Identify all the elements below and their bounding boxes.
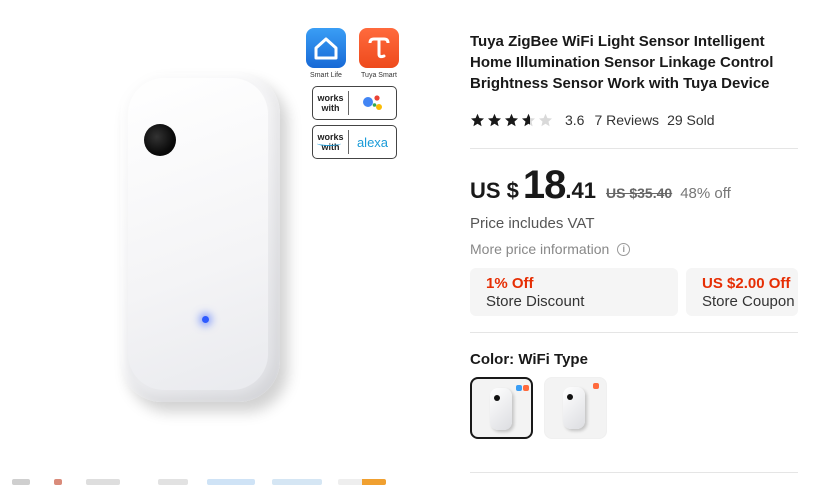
star-icon: [488, 113, 501, 127]
color-option-2[interactable]: [544, 377, 607, 439]
store-discount-card[interactable]: 1% Off Store Discount: [470, 268, 678, 316]
device-led-indicator: [202, 316, 209, 323]
thumbnail-2[interactable]: [54, 479, 62, 485]
product-gallery: Smart Life Tuya Smart works with works w…: [0, 0, 460, 485]
alexa-smile-icon: [317, 141, 341, 146]
divider: [470, 148, 798, 149]
thumbnail-7[interactable]: [338, 479, 386, 485]
original-price: US $35.40: [606, 185, 673, 201]
info-icon[interactable]: i: [617, 242, 631, 256]
color-label: Color: WiFi Type: [470, 351, 588, 368]
thumbnail-4[interactable]: [158, 479, 188, 485]
thumbnail-1[interactable]: [12, 479, 30, 485]
device-face: [128, 78, 268, 390]
store-discount-label: Store Discount: [486, 293, 585, 310]
price-currency: US $: [470, 178, 519, 203]
color-option-wifi-type[interactable]: [470, 377, 533, 439]
mini-app-icon: [593, 383, 599, 389]
star-icon: [539, 113, 552, 127]
star-icon: [522, 113, 535, 127]
rating-value: 3.6: [565, 112, 585, 128]
sold-count: 29 Sold: [667, 112, 715, 128]
divider: [470, 332, 798, 333]
thumbnail-6[interactable]: [272, 479, 322, 485]
works-with-google-badge: works with: [312, 86, 397, 120]
smart-life-caption: Smart Life: [310, 72, 342, 79]
store-coupon-card[interactable]: US $2.00 Off Store Coupon: [686, 268, 798, 316]
tuya-smart-caption: Tuya Smart: [361, 72, 397, 79]
mini-app-icon: [516, 385, 522, 391]
price-integer: 18: [522, 163, 566, 207]
alexa-logo: alexa: [317, 126, 396, 158]
discount-percent: 48% off: [680, 185, 731, 202]
reviews-link[interactable]: 7 Reviews: [594, 112, 659, 128]
star-icon: [471, 113, 484, 127]
works-with-label: works with: [313, 91, 349, 115]
smart-life-app-icon: [306, 28, 346, 68]
thumbnail-3[interactable]: [86, 479, 120, 485]
thumbnail-strip: [0, 474, 460, 485]
rating-row: 3.6 7 Reviews 29 Sold: [470, 111, 715, 129]
mini-app-icon: [523, 385, 529, 391]
divider: [470, 472, 798, 473]
option-thumbnail-device: [563, 387, 585, 429]
light-sensor-device: [120, 72, 280, 402]
thumbnail-5[interactable]: [207, 479, 255, 485]
store-discount-highlight: 1% Off: [486, 275, 534, 292]
star-icon: [505, 113, 518, 127]
more-price-info-label: More price information: [470, 241, 610, 257]
main-product-image[interactable]: Smart Life Tuya Smart works with works w…: [0, 0, 460, 470]
store-coupon-label: Store Coupon: [702, 293, 795, 310]
product-title: Tuya ZigBee WiFi Light Sensor Intelligen…: [470, 33, 774, 92]
rating-stars: [470, 113, 555, 127]
more-price-info[interactable]: More price information i: [470, 241, 631, 257]
price-decimal: .41: [565, 178, 597, 203]
device-lens: [144, 124, 176, 156]
works-with-alexa-badge: works with alexa: [312, 125, 397, 159]
alexa-word: alexa: [356, 134, 389, 150]
product-info-panel: Tuya ZigBee WiFi Light Sensor Intelligen…: [470, 0, 816, 485]
vat-note: Price includes VAT: [470, 215, 595, 232]
option-thumbnail-device: [490, 388, 512, 430]
price-row: US $ 18 .41 US $35.40 48% off: [470, 163, 731, 208]
store-coupon-highlight: US $2.00 Off: [702, 275, 791, 292]
google-assistant-icon: [349, 87, 396, 119]
tuya-smart-app-icon: [359, 28, 399, 68]
